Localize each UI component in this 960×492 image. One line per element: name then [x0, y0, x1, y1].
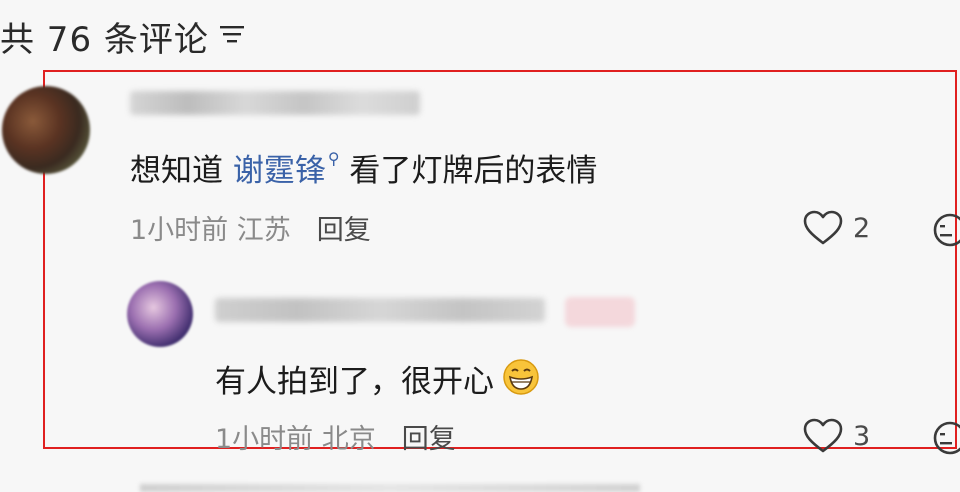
like-count: 2	[853, 212, 871, 244]
comment-count: 共 76 条评论	[0, 19, 209, 60]
like-button[interactable]: 2	[803, 210, 870, 246]
comment-location: 北京	[321, 424, 376, 455]
comment-location: 江苏	[236, 215, 291, 246]
reply-comment-text: 有人拍到了，很开心	[215, 356, 540, 407]
avatar[interactable]	[2, 86, 90, 174]
heart-icon[interactable]	[803, 418, 843, 454]
reply-button[interactable]: 回复	[317, 215, 371, 246]
next-comment-blurred	[140, 484, 640, 492]
comment-text-part: 有人拍到了，很开心	[215, 364, 494, 400]
reply-button[interactable]: 回复	[402, 424, 456, 455]
like-count: 3	[853, 420, 871, 452]
sort-icon[interactable]	[219, 23, 245, 49]
search-icon[interactable]: ⚲	[328, 149, 340, 168]
comment-time: 1小时前	[130, 215, 229, 246]
author-tag-blurred	[565, 297, 635, 327]
comment-text-part: 想知道	[130, 153, 233, 189]
heart-icon[interactable]	[803, 210, 843, 246]
dislike-face-icon[interactable]	[932, 420, 960, 460]
like-button[interactable]: 3	[803, 418, 870, 454]
mention-link[interactable]: 谢霆锋 ⚲	[233, 149, 340, 189]
comment-meta: 1小时前 江苏 回复	[130, 208, 371, 247]
comment-header: 共 76 条评论	[0, 14, 245, 60]
dislike-face-icon[interactable]	[932, 212, 960, 252]
username-blurred[interactable]	[130, 91, 420, 115]
avatar[interactable]	[127, 281, 193, 347]
comment-time: 1小时前	[215, 424, 314, 455]
comment-meta: 1小时前 北京 回复	[215, 417, 456, 456]
username-blurred[interactable]	[215, 298, 545, 322]
grinning-emoji-icon	[502, 358, 540, 404]
mention-name[interactable]: 谢霆锋	[233, 153, 326, 189]
comment-text: 想知道 谢霆锋 ⚲ 看了灯牌后的表情	[130, 145, 597, 190]
comment-text-part: 看了灯牌后的表情	[339, 153, 598, 189]
